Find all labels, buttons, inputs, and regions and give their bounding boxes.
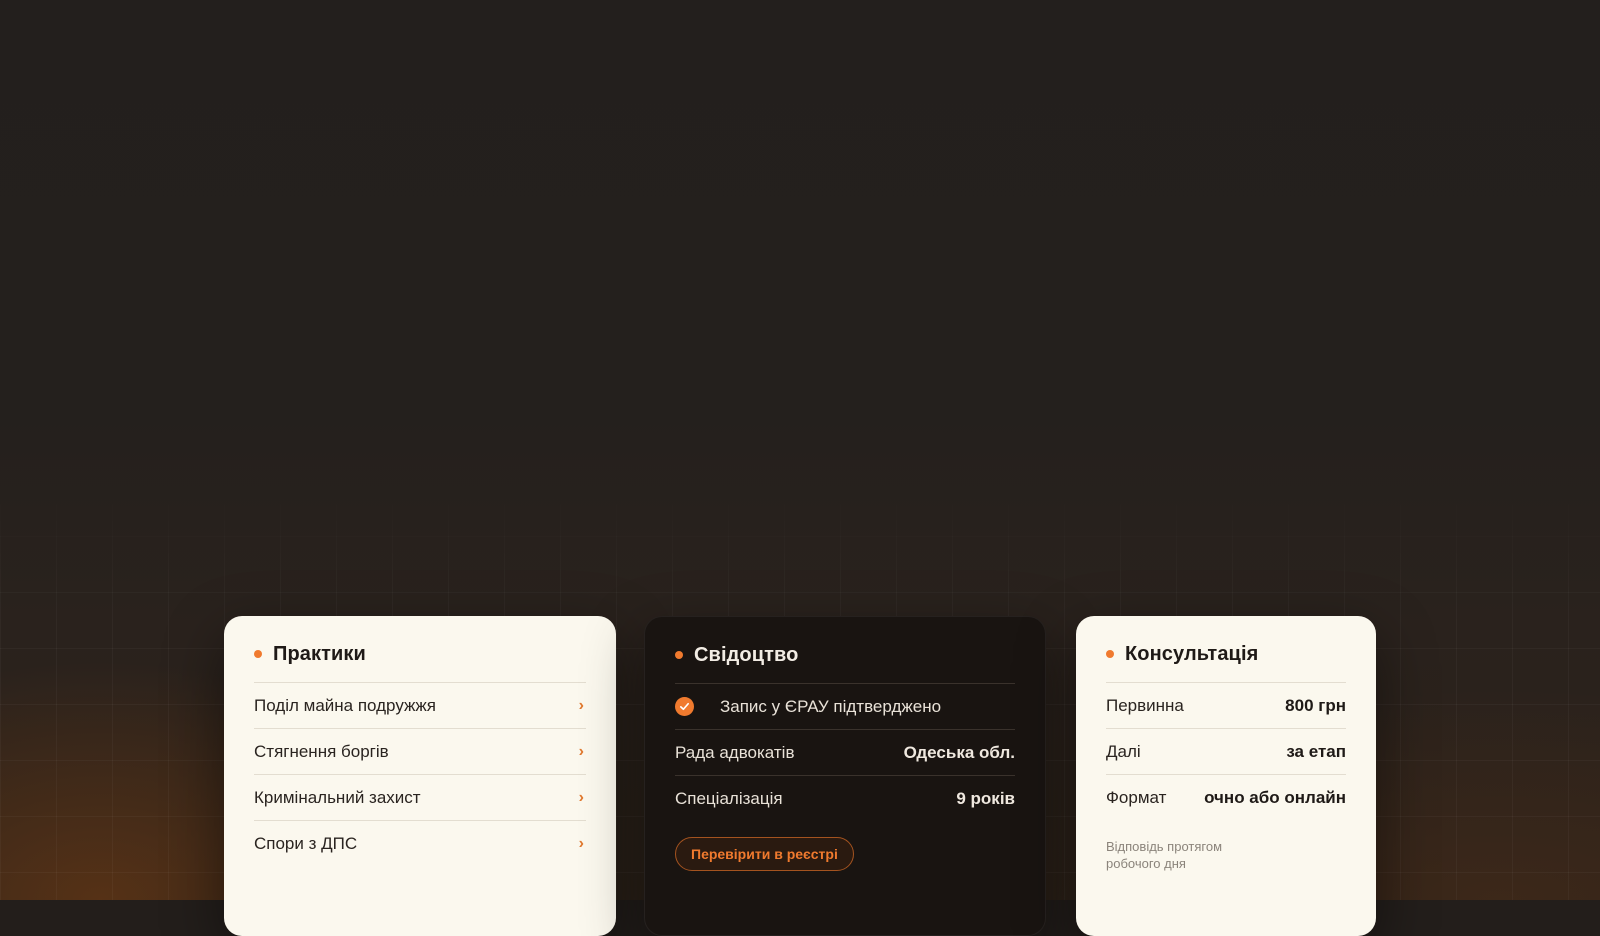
chevron-right-icon: › [578,788,584,806]
bar-council-label: Рада адвокатів [675,742,795,762]
verified-status: Запис у ЄРАУ підтверджено [675,697,941,717]
consultation-header: Консультація [1106,642,1346,666]
certificate-card: Свідоцтво Запис у ЄРАУ підтверджено Рада… [644,616,1046,936]
practice-item-tax-disputes[interactable]: Спори з ДПС › [254,820,586,866]
practice-item-label: Кримінальний захист [254,787,421,807]
bar-council-row: Рада адвокатів Одеська обл. [675,729,1015,775]
specialization-label: Спеціалізація [675,788,783,808]
practice-item-property-division[interactable]: Поділ майна подружжя › [254,682,586,728]
specialization-value: 9 років [956,788,1015,808]
format-label: Формат [1106,787,1167,807]
bar-council-value: Одеська обл. [903,742,1015,762]
format-row: Формат очно або онлайн [1106,774,1346,820]
check-circle-icon [675,697,694,716]
consultation-card: Консультація Первинна 800 грн Далі за ет… [1076,616,1376,936]
practice-item-label: Спори з ДПС [254,833,358,853]
check-registry-button[interactable]: Перевірити в реєстрі [675,837,854,871]
initial-price-row: Первинна 800 грн [1106,682,1346,728]
specialization-row: Спеціалізація 9 років [675,775,1015,821]
practices-header: Практики [254,642,586,666]
next-price-value: за етап [1286,741,1346,761]
certificate-header: Свідоцтво [675,643,1015,667]
chevron-right-icon: › [578,834,584,852]
response-time-note: Відповідь протягом робочого дня [1106,839,1223,871]
verified-label: Запис у ЄРАУ підтверджено [720,696,942,716]
verified-row: Запис у ЄРАУ підтверджено [675,683,1015,729]
chevron-right-icon: › [578,696,584,714]
initial-price-label: Первинна [1106,695,1184,715]
accent-dot-icon [675,651,683,659]
consultation-title: Консультація [1125,642,1259,665]
practice-item-label: Стягнення боргів [254,741,389,761]
practice-item-debt-collection[interactable]: Стягнення боргів › [254,728,586,774]
accent-dot-icon [254,650,262,658]
accent-dot-icon [1106,650,1114,658]
practices-card: Практики Поділ майна подружжя › Стягненн… [224,616,616,936]
initial-price-value: 800 грн [1285,695,1346,715]
practice-item-label: Поділ майна подружжя [254,695,436,715]
certificate-title: Свідоцтво [694,643,799,666]
chevron-right-icon: › [578,742,584,760]
next-price-label: Далі [1106,741,1141,761]
next-price-row: Далі за етап [1106,728,1346,774]
format-value: очно або онлайн [1204,787,1346,807]
practices-title: Практики [273,642,366,665]
practice-item-criminal-defense[interactable]: Кримінальний захист › [254,774,586,820]
